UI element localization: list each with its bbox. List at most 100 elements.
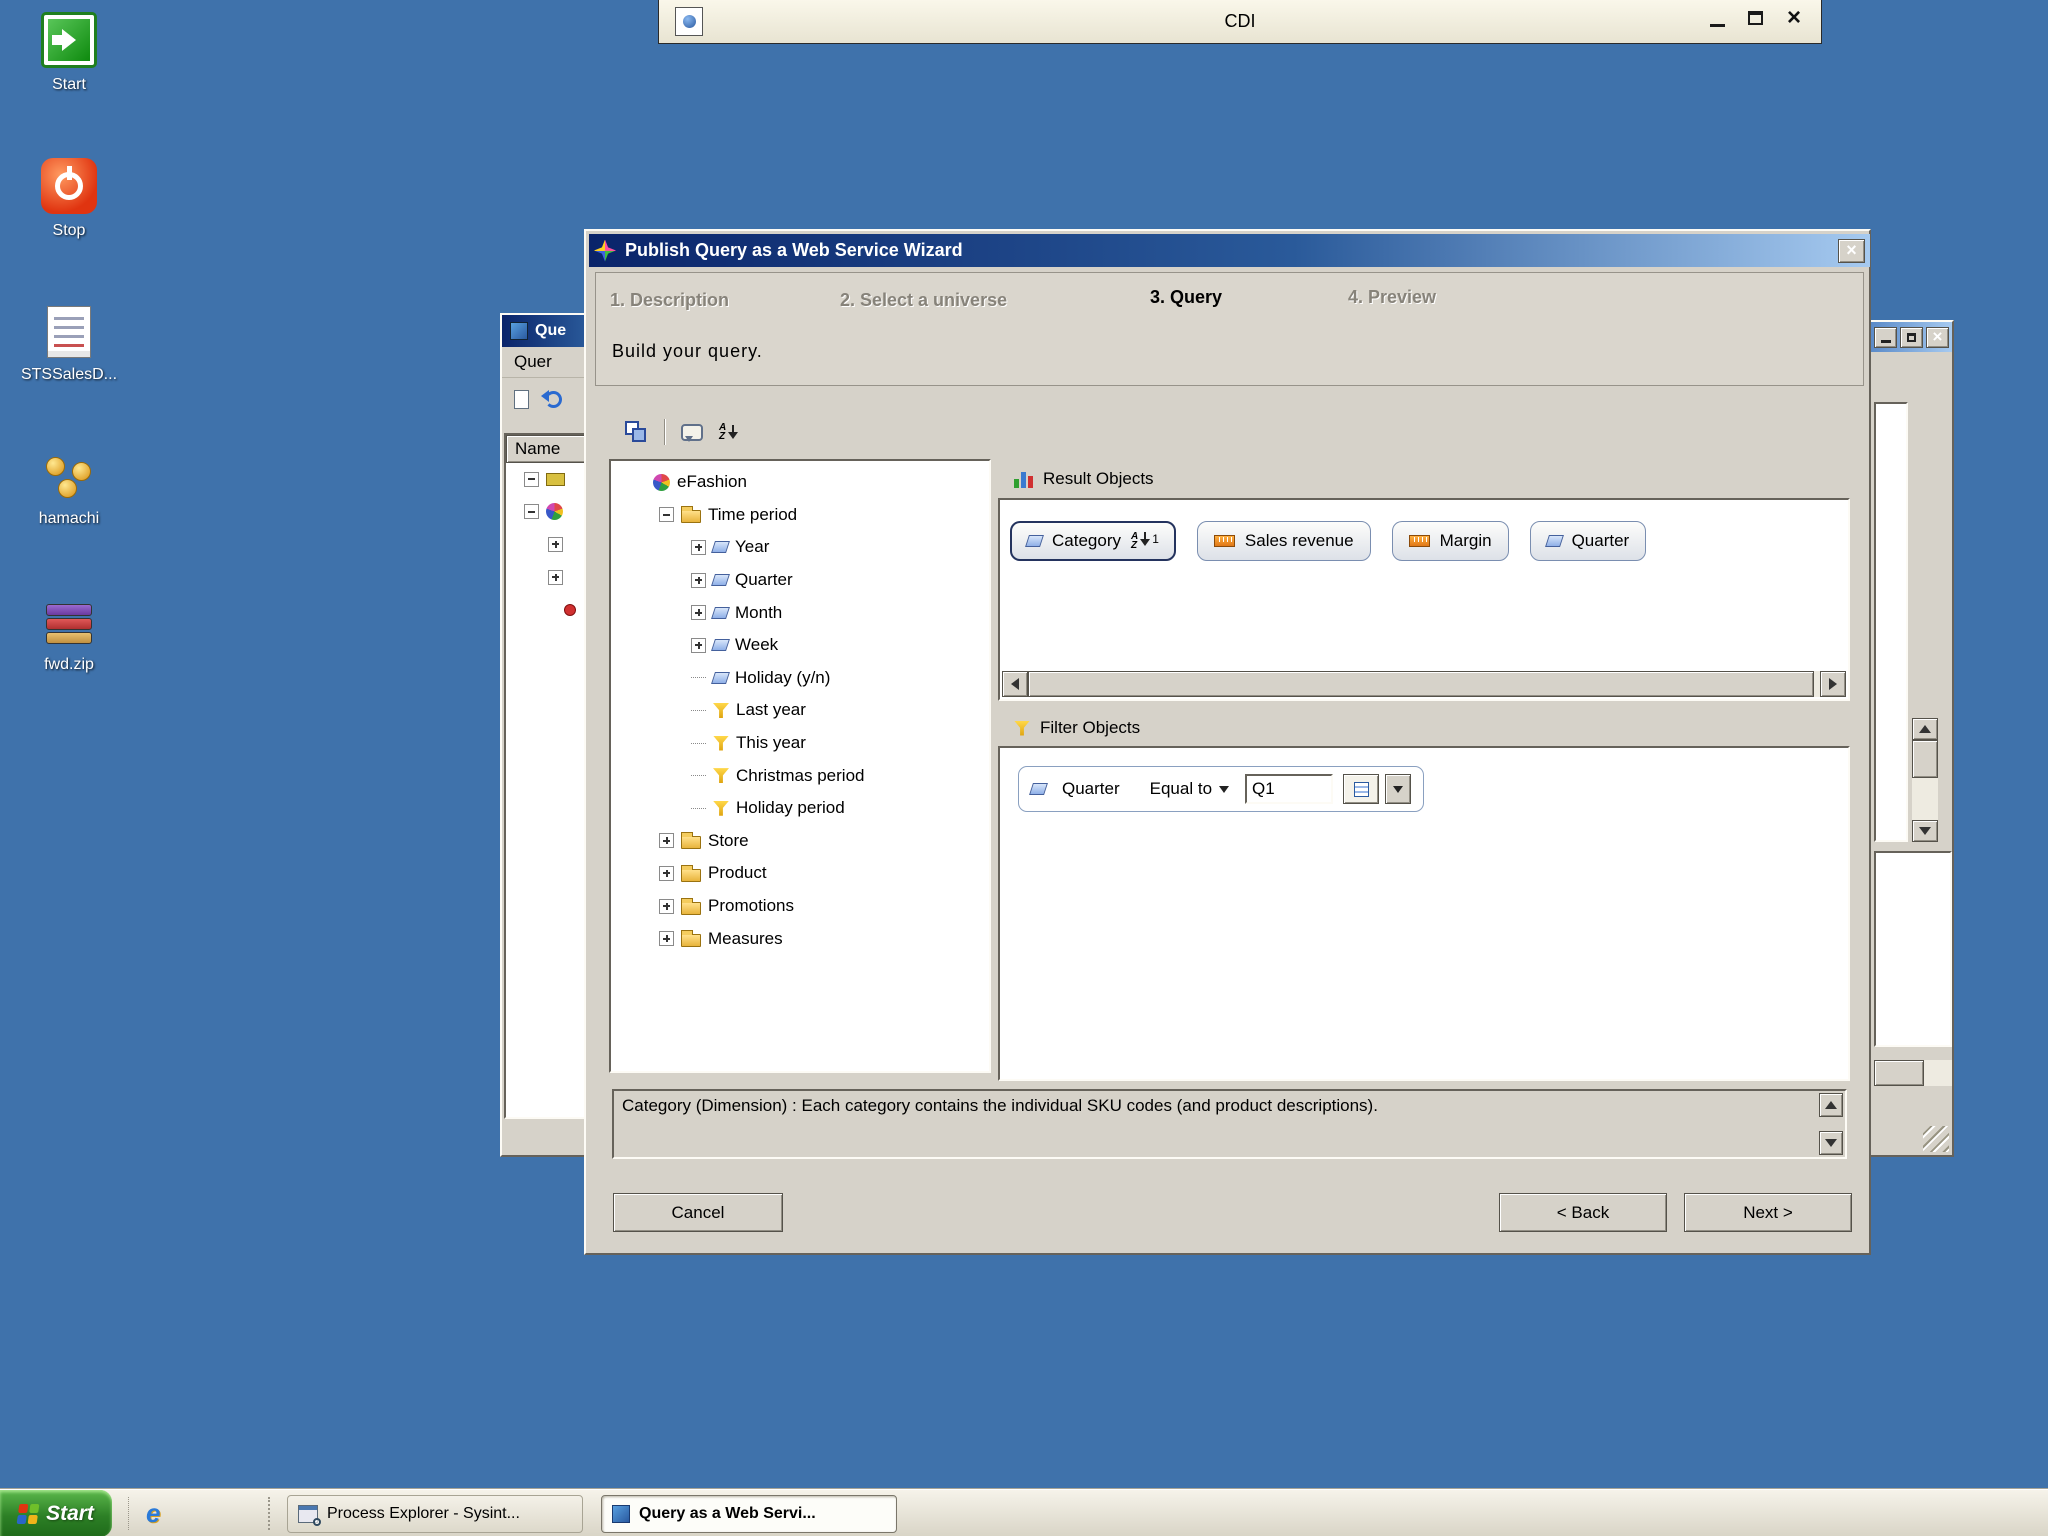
universe-icon [546,503,563,521]
resize-grip[interactable] [1923,1126,1949,1152]
task-button-query-wizard[interactable]: Query as a Web Servi... [601,1495,897,1533]
tree-item-christmas-period[interactable]: Christmas period [611,759,989,792]
comment-icon[interactable] [681,423,703,442]
collapse-box[interactable] [659,507,674,523]
tree-item-month[interactable]: Month [611,596,989,629]
desktop-icon-start[interactable]: Start [10,12,128,94]
wizard-close-button[interactable]: × [1838,238,1865,263]
tree-item-holiday-period[interactable]: Holiday period [611,792,989,825]
filter-objects-icon [1014,720,1030,736]
expand-box[interactable] [691,605,706,621]
result-chip-category[interactable]: Category AZ 1 [1010,521,1176,561]
restore-button[interactable] [1748,11,1763,25]
scroll-right-button[interactable] [1820,671,1846,697]
result-chip-margin[interactable]: Margin [1391,521,1509,561]
tree-item-this-year[interactable]: This year [611,727,989,760]
taskbar-grip[interactable] [268,1497,271,1530]
filter-icon [713,768,729,784]
tree-item-efashion[interactable]: eFashion [611,466,989,499]
back-button[interactable]: < Back [1499,1193,1667,1232]
result-chip-sales-revenue[interactable]: Sales revenue [1196,521,1371,561]
refresh-icon[interactable] [541,389,562,408]
expand-box[interactable] [548,536,563,552]
tree-item-promotions[interactable]: Promotions [611,890,989,923]
expand-box[interactable] [691,572,706,588]
cancel-button[interactable]: Cancel [613,1193,783,1232]
tree-item-year[interactable]: Year [611,531,989,564]
tree-item-label: Week [735,635,779,655]
tree-item-store[interactable]: Store [611,825,989,858]
close-button[interactable]: × [1926,326,1949,348]
desktop-icon-fwdzip[interactable]: fwd.zip [10,600,128,674]
scroll-left-button[interactable] [1002,671,1028,697]
scroll-thumb[interactable] [1028,671,1814,697]
expand-box[interactable] [659,931,674,947]
restore-button[interactable] [1900,326,1923,348]
desktop-icon-label: fwd.zip [44,656,94,673]
tree-item-holiday[interactable]: Holiday (y/n) [611,662,989,695]
horizontal-scrollbar[interactable] [1874,1060,1952,1086]
tree-item-last-year[interactable]: Last year [611,694,989,727]
close-button[interactable]: × [1787,4,1801,32]
tree-item-product[interactable]: Product [611,857,989,890]
horizontal-scrollbar[interactable] [1002,671,1846,697]
wizard-titlebar[interactable]: Publish Query as a Web Service Wizard × [589,234,1870,267]
wizard-dialog: Publish Query as a Web Service Wizard × … [584,229,1871,1255]
step-query: 3. Query [1150,287,1223,307]
dimension-icon [711,671,730,684]
minimize-button[interactable] [1874,326,1897,348]
scroll-down-button[interactable] [1912,820,1938,842]
desktop-icon-hamachi[interactable]: hamachi [10,454,128,528]
tree-item-label: Last year [736,700,806,720]
start-button[interactable]: Start [0,1490,112,1536]
task-button-process-explorer[interactable]: Process Explorer - Sysint... [287,1495,583,1533]
result-chip-quarter[interactable]: Quarter [1529,521,1647,561]
expand-box[interactable] [691,637,706,653]
tree-item-time-period[interactable]: Time period [611,499,989,532]
tree-item-quarter[interactable]: Quarter [611,564,989,597]
tree-connector [691,742,706,744]
minimize-button[interactable] [1710,24,1725,27]
scroll-up-button[interactable] [1912,718,1938,740]
expand-box[interactable] [659,898,674,914]
expand-box[interactable] [659,865,674,881]
vertical-scrollbar[interactable] [1912,718,1938,842]
ie-quick-launch-icon[interactable]: e [146,1498,160,1529]
tree-item-measures[interactable]: Measures [611,922,989,955]
sort-icon[interactable]: AZ [719,423,739,442]
right-fragment-titlebar[interactable]: × [1870,322,1952,352]
filter-operator-dropdown[interactable]: Equal to [1150,779,1230,799]
scroll-thumb[interactable] [1874,1060,1924,1086]
cdi-window-titlebar[interactable]: CDI × [658,0,1822,44]
filter-chip[interactable]: Quarter Equal to [1018,766,1425,812]
tree-item-label: Quarter [735,570,793,590]
wizard-toolbar: AZ [624,417,739,447]
collapse-box[interactable] [524,504,539,520]
new-document-icon[interactable] [514,389,529,409]
folder-icon [681,930,701,948]
tree-item-week[interactable]: Week [611,629,989,662]
filter-value-input[interactable] [1245,774,1334,804]
menu-item-query[interactable]: Quer [514,352,552,372]
step-select-universe: 2. Select a universe [840,290,1008,310]
expand-box[interactable] [548,569,563,585]
universe-tree: eFashion Time period Year Quarter Month [609,459,991,1073]
folder-icon [681,832,701,850]
collapse-box[interactable] [524,471,539,487]
sort-indicator[interactable]: AZ 1 [1131,532,1159,551]
expand-box[interactable] [691,539,706,555]
add-combined-query-icon[interactable] [624,420,648,444]
expand-box[interactable] [659,833,674,849]
filter-dropdown-button[interactable] [1385,774,1412,804]
desktop-icon-label: Stop [52,222,86,239]
desktop-icon-stssalesd[interactable]: STSSalesD... [10,306,128,384]
tree-item-label: Month [735,602,783,622]
result-objects-icon [1014,471,1033,488]
next-button[interactable]: Next > [1684,1193,1852,1232]
cdi-window-title: CDI [1224,11,1256,31]
description-scroll-up[interactable] [1819,1093,1843,1117]
scroll-thumb[interactable] [1912,740,1938,778]
desktop-icon-stop[interactable]: Stop [10,158,128,240]
description-scroll-down[interactable] [1819,1131,1843,1155]
list-of-values-button[interactable] [1343,774,1380,804]
